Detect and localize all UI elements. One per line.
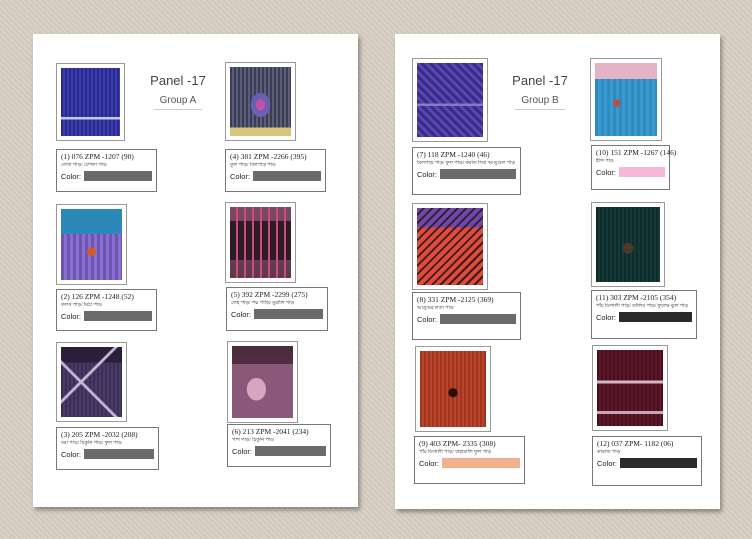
- swatch-code: (8) 331 ZPM -2125 (369): [417, 295, 494, 304]
- color-label: Color:: [596, 312, 617, 322]
- panel-label-a: Panel -17 Group A: [146, 69, 210, 111]
- color-chip: [620, 458, 697, 468]
- fabric-swatch-4: [225, 62, 296, 141]
- fabric-image: [230, 207, 291, 278]
- group-label: Group A: [153, 95, 203, 110]
- color-label: Color:: [417, 314, 438, 324]
- color-label: Color:: [61, 171, 82, 181]
- fabric-image: [596, 207, 660, 282]
- fabric-swatch-9: [415, 346, 491, 432]
- fabric-image: [61, 347, 122, 417]
- fabric-swatch-3: [56, 342, 127, 422]
- color-label: Color:: [231, 309, 252, 319]
- color-label: Color:: [61, 311, 82, 321]
- color-chip: [442, 458, 520, 468]
- color-chip: [254, 309, 323, 319]
- swatch-code: (9) 403 ZPM- 2335 (308): [419, 439, 496, 448]
- sheet-group-a: Panel -17 Group A (1) 076 ZPM -1207 (90)…: [33, 34, 358, 507]
- color-chip: [84, 311, 152, 321]
- swatch-caption-8: (8) 331 ZPM -2125 (369) আঙ্গুর লতা পাড় …: [412, 292, 521, 340]
- fabric-image: [420, 351, 486, 427]
- fabric-image: [61, 209, 122, 280]
- swatch-caption-7: (7) 118 ZPM -1240 (46) মিলপাড় পাড়/ ফুল…: [412, 147, 521, 195]
- swatch-description: ফুল পাড়/ বিলপাড় পাড়: [230, 163, 276, 168]
- swatch-caption-10: (10) 151 ZPM -1267 (146) ইন্দি পাড় Colo…: [591, 145, 677, 190]
- swatch-description: কলস পাড়/ মিঠা পাড়: [61, 303, 102, 308]
- fabric-swatch-6: [227, 341, 298, 423]
- fabric-image: [597, 350, 663, 426]
- swatch-caption-3: (3) 205 ZPM -2032 (208) বরা পাড়/ চিকুনি…: [56, 427, 159, 470]
- panel-title: Panel -17: [512, 73, 568, 88]
- swatch-code: (1) 076 ZPM -1207 (90): [61, 152, 134, 161]
- color-label: Color:: [597, 458, 618, 468]
- color-label: Color:: [61, 449, 82, 459]
- fabric-swatch-8: [412, 203, 488, 290]
- swatch-caption-2: (2) 126 ZPM -1248 (52) কলস পাড়/ মিঠা পা…: [56, 289, 157, 331]
- swatch-code: (11) 303 ZPM -2105 (354): [596, 293, 677, 302]
- swatch-code: (4) 381 ZPM -2266 (395): [230, 152, 307, 161]
- swatch-code: (7) 118 ZPM -1240 (46): [417, 150, 490, 159]
- color-chip: [619, 167, 665, 177]
- swatch-caption-4: (4) 381 ZPM -2266 (395) ফুল পাড়/ বিলপাড…: [225, 149, 326, 192]
- color-chip: [619, 312, 692, 322]
- swatch-description: পাশ পাড়/ চিকুনি পাড়: [232, 438, 274, 443]
- swatch-caption-1: (1) 076 ZPM -1207 (90) লেখা পাড়/ টেপলা …: [56, 149, 157, 192]
- fabric-image: [61, 68, 120, 136]
- swatch-caption-9: (9) 403 ZPM- 2335 (308) পাঁচ ডিগালী পাড়…: [414, 436, 525, 484]
- color-label: Color:: [232, 446, 253, 456]
- swatch-code: (12) 037 ZPM- 1182 (06): [597, 439, 674, 448]
- color-chip: [440, 169, 516, 179]
- fabric-image: [417, 63, 483, 137]
- group-label: Group B: [515, 95, 565, 110]
- color-label: Color:: [230, 171, 251, 181]
- color-label: Color:: [596, 167, 617, 177]
- swatch-description: ইন্দি পাড়: [596, 159, 614, 164]
- fabric-image: [232, 346, 293, 418]
- color-chip: [253, 171, 321, 181]
- fabric-swatch-7: [412, 58, 488, 142]
- swatch-code: (6) 213 ZPM -2041 (234): [232, 427, 309, 436]
- sheet-group-b: Panel -17 Group B (7) 118 ZPM -1240 (46)…: [395, 34, 720, 509]
- swatch-code: (5) 392 ZPM -2299 (275): [231, 290, 308, 299]
- swatch-description: লেখা পাড়/ টেপলা পাড়: [61, 163, 107, 168]
- color-label: Color:: [419, 458, 440, 468]
- fabric-swatch-10: [590, 58, 662, 141]
- fabric-image: [230, 67, 291, 136]
- swatch-description: পাঁচ ডিগালী পাড়/ ডালিম পাড়/ ফুলের ঝুল …: [596, 304, 689, 309]
- swatch-description: মিলপাড় পাড়/ ফুল পাড়/ করাত দিয়া আঙ্গু…: [417, 161, 516, 166]
- panel-label-b: Panel -17 Group B: [508, 69, 572, 111]
- swatch-code: (3) 205 ZPM -2032 (208): [61, 430, 138, 439]
- swatch-caption-12: (12) 037 ZPM- 1182 (06) কারাজ পাড় Color…: [592, 436, 702, 486]
- fabric-image: [595, 63, 657, 136]
- fabric-swatch-1: [56, 63, 125, 141]
- swatch-description: লেহ পাড়/ পদ্ম পাড়ি/ মুরালি পাড়: [231, 301, 295, 306]
- fabric-swatch-5: [225, 202, 296, 283]
- fabric-swatch-11: [591, 202, 665, 287]
- swatch-description: কারাজ পাড়: [597, 450, 621, 455]
- panel-title: Panel -17: [150, 73, 206, 88]
- color-chip: [84, 171, 152, 181]
- swatch-description: বরা পাড়/ চিকুনি পাড়/ ফুল পাড়: [61, 441, 122, 446]
- color-chip: [84, 449, 154, 459]
- swatch-description: আঙ্গুর লতা পাড়: [417, 306, 454, 311]
- color-chip: [440, 314, 516, 324]
- swatch-caption-6: (6) 213 ZPM -2041 (234) পাশ পাড়/ চিকুনি…: [227, 424, 331, 467]
- swatch-code: (2) 126 ZPM -1248 (52): [61, 292, 134, 301]
- swatch-caption-11: (11) 303 ZPM -2105 (354) পাঁচ ডিগালী পাড…: [591, 290, 697, 339]
- fabric-swatch-2: [56, 204, 127, 285]
- fabric-swatch-12: [592, 345, 668, 431]
- swatch-description: পাঁচ ডিগালী পাড়/ বাহারালি ফুল পাড়: [419, 450, 492, 455]
- color-chip: [255, 446, 326, 456]
- color-label: Color:: [417, 169, 438, 179]
- fabric-image: [417, 208, 483, 285]
- swatch-caption-5: (5) 392 ZPM -2299 (275) লেহ পাড়/ পদ্ম প…: [226, 287, 328, 331]
- swatch-code: (10) 151 ZPM -1267 (146): [596, 148, 677, 157]
